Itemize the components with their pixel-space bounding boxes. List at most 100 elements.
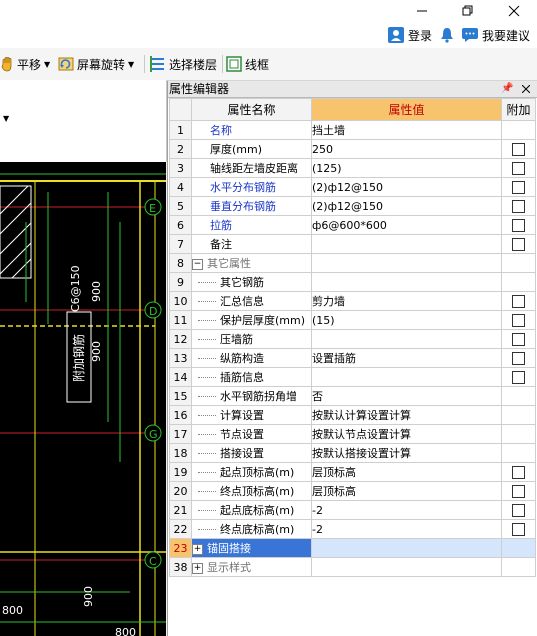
property-name-cell[interactable]: 起点底标高(m) bbox=[191, 500, 312, 520]
extra-checkbox[interactable] bbox=[512, 313, 525, 327]
property-row[interactable]: 1 名称 挡土墙 bbox=[169, 120, 536, 140]
property-row[interactable]: 18 搭接设置 按默认搭接设置计算 bbox=[169, 443, 536, 463]
property-value-cell[interactable]: (2)ф12@150 bbox=[311, 177, 502, 197]
property-row[interactable]: 3 轴线距左墙皮距离 (125) bbox=[169, 158, 536, 178]
dropdown-toggle[interactable]: ▼ bbox=[3, 114, 9, 123]
property-name-cell[interactable]: 拉筋 bbox=[191, 215, 312, 235]
property-name-cell[interactable]: 汇总信息 bbox=[191, 291, 312, 311]
extra-checkbox[interactable] bbox=[512, 294, 525, 308]
property-row[interactable]: 5 垂直分布钢筋 (2)ф12@150 bbox=[169, 196, 536, 216]
property-row[interactable]: 17 节点设置 按默认节点设置计算 bbox=[169, 424, 536, 444]
property-row[interactable]: 8− 其它属性 bbox=[169, 253, 536, 273]
property-value-cell[interactable]: (15) bbox=[311, 310, 502, 330]
property-value-cell[interactable] bbox=[311, 253, 502, 273]
property-value-cell[interactable]: 按默认节点设置计算 bbox=[311, 424, 502, 444]
property-name-cell[interactable]: + 锚固搭接 bbox=[191, 538, 312, 558]
extra-checkbox[interactable] bbox=[512, 237, 525, 251]
extra-checkbox[interactable] bbox=[512, 142, 525, 156]
property-name-cell[interactable]: 节点设置 bbox=[191, 424, 312, 444]
property-row[interactable]: 7 备注 bbox=[169, 234, 536, 254]
property-name-cell[interactable]: + 显示样式 bbox=[191, 557, 312, 577]
property-row[interactable]: 9 其它钢筋 bbox=[169, 272, 536, 292]
property-name-cell[interactable]: 计算设置 bbox=[191, 405, 312, 425]
suggest-link[interactable]: 我要建议 bbox=[462, 22, 530, 48]
extra-checkbox[interactable] bbox=[512, 332, 525, 346]
property-row[interactable]: 6 拉筋 ф6@600*600 bbox=[169, 215, 536, 235]
extra-checkbox[interactable] bbox=[512, 218, 525, 232]
property-row[interactable]: 4 水平分布钢筋 (2)ф12@150 bbox=[169, 177, 536, 197]
extra-checkbox[interactable] bbox=[512, 180, 525, 194]
extra-checkbox[interactable] bbox=[512, 522, 525, 536]
maximize-button[interactable] bbox=[445, 0, 491, 22]
close-icon[interactable] bbox=[522, 85, 530, 93]
close-button[interactable] bbox=[491, 0, 537, 22]
property-name-cell[interactable]: 插筋信息 bbox=[191, 367, 312, 387]
property-value-cell[interactable] bbox=[311, 538, 502, 558]
property-name-cell[interactable]: 轴线距左墙皮距离 bbox=[191, 158, 312, 178]
property-value-cell[interactable]: 层顶标高 bbox=[311, 462, 502, 482]
property-name-cell[interactable]: 终点顶标高(m) bbox=[191, 481, 312, 501]
property-value-cell[interactable]: ф6@600*600 bbox=[311, 215, 502, 235]
property-name-cell[interactable]: 压墙筋 bbox=[191, 329, 312, 349]
wireframe-button[interactable]: 线框 bbox=[226, 52, 269, 76]
pan-button[interactable]: 平移 ▼ bbox=[0, 52, 50, 76]
extra-checkbox[interactable] bbox=[512, 199, 525, 213]
property-row[interactable]: 14 插筋信息 bbox=[169, 367, 536, 387]
property-value-cell[interactable]: (125) bbox=[311, 158, 502, 178]
property-name-cell[interactable]: 名称 bbox=[191, 120, 312, 140]
property-value-cell[interactable] bbox=[311, 272, 502, 292]
property-name-cell[interactable]: 垂直分布钢筋 bbox=[191, 196, 312, 216]
extra-checkbox[interactable] bbox=[512, 503, 525, 517]
property-name-cell[interactable]: 保护层厚度(mm) bbox=[191, 310, 312, 330]
extra-checkbox[interactable] bbox=[512, 484, 525, 498]
property-name-cell[interactable]: 其它钢筋 bbox=[191, 272, 312, 292]
collapse-icon[interactable]: − bbox=[192, 258, 203, 270]
property-value-cell[interactable] bbox=[311, 367, 502, 387]
pin-icon[interactable]: 📌 bbox=[501, 81, 513, 97]
property-row[interactable]: 11 保护层厚度(mm) (15) bbox=[169, 310, 536, 330]
property-name-cell[interactable]: 起点顶标高(m) bbox=[191, 462, 312, 482]
property-value-cell[interactable]: 层顶标高 bbox=[311, 481, 502, 501]
extra-checkbox[interactable] bbox=[512, 161, 525, 175]
property-value-cell[interactable]: 250 bbox=[311, 139, 502, 159]
property-value-cell[interactable]: -2 bbox=[311, 519, 502, 539]
login-link[interactable]: 登录 bbox=[388, 22, 432, 48]
property-value-cell[interactable]: -2 bbox=[311, 500, 502, 520]
expand-icon[interactable]: + bbox=[192, 543, 203, 555]
property-name-cell[interactable]: 搭接设置 bbox=[191, 443, 312, 463]
property-value-cell[interactable]: 挡土墙 bbox=[311, 120, 502, 140]
property-name-cell[interactable]: 水平钢筋拐角增 bbox=[191, 386, 312, 406]
property-row[interactable]: 20 终点顶标高(m) 层顶标高 bbox=[169, 481, 536, 501]
property-name-cell[interactable]: 水平分布钢筋 bbox=[191, 177, 312, 197]
property-row[interactable]: 21 起点底标高(m) -2 bbox=[169, 500, 536, 520]
property-row[interactable]: 16 计算设置 按默认计算设置计算 bbox=[169, 405, 536, 425]
bell-button[interactable] bbox=[440, 22, 454, 48]
property-row[interactable]: 23 + 锚固搭接 bbox=[169, 538, 536, 558]
property-name-cell[interactable]: 厚度(mm) bbox=[191, 139, 312, 159]
property-row[interactable]: 15 水平钢筋拐角增 否 bbox=[169, 386, 536, 406]
property-value-cell[interactable] bbox=[311, 234, 502, 254]
property-name-cell[interactable]: − 其它属性 bbox=[191, 253, 312, 273]
property-row[interactable]: 22 终点底标高(m) -2 bbox=[169, 519, 536, 539]
rotate-button[interactable]: 屏幕旋转 ▼ bbox=[58, 52, 134, 76]
property-value-cell[interactable] bbox=[311, 329, 502, 349]
extra-checkbox[interactable] bbox=[512, 351, 525, 365]
cad-drawing-canvas[interactable]: 附加钢筋 C6@150 900 900 900 800 800 E D G C bbox=[0, 162, 166, 636]
select-floor-button[interactable]: 选择楼层 bbox=[150, 52, 217, 76]
property-row[interactable]: 10 汇总信息 剪力墙 bbox=[169, 291, 536, 311]
minimize-button[interactable] bbox=[399, 0, 445, 22]
property-value-cell[interactable]: (2)ф12@150 bbox=[311, 196, 502, 216]
extra-checkbox[interactable] bbox=[512, 370, 525, 384]
expand-icon[interactable]: + bbox=[192, 562, 203, 574]
property-row[interactable]: 38 + 显示样式 bbox=[169, 557, 536, 577]
property-row[interactable]: 13 纵筋构造 设置插筋 bbox=[169, 348, 536, 368]
property-row[interactable]: 19 起点顶标高(m) 层顶标高 bbox=[169, 462, 536, 482]
extra-checkbox[interactable] bbox=[512, 465, 525, 479]
property-row[interactable]: 12 压墙筋 bbox=[169, 329, 536, 349]
property-value-cell[interactable] bbox=[311, 557, 502, 577]
property-row[interactable]: 2 厚度(mm) 250 bbox=[169, 139, 536, 159]
property-value-cell[interactable]: 设置插筋 bbox=[311, 348, 502, 368]
property-value-cell[interactable]: 按默认搭接设置计算 bbox=[311, 443, 502, 463]
property-value-cell[interactable]: 否 bbox=[311, 386, 502, 406]
property-name-cell[interactable]: 备注 bbox=[191, 234, 312, 254]
